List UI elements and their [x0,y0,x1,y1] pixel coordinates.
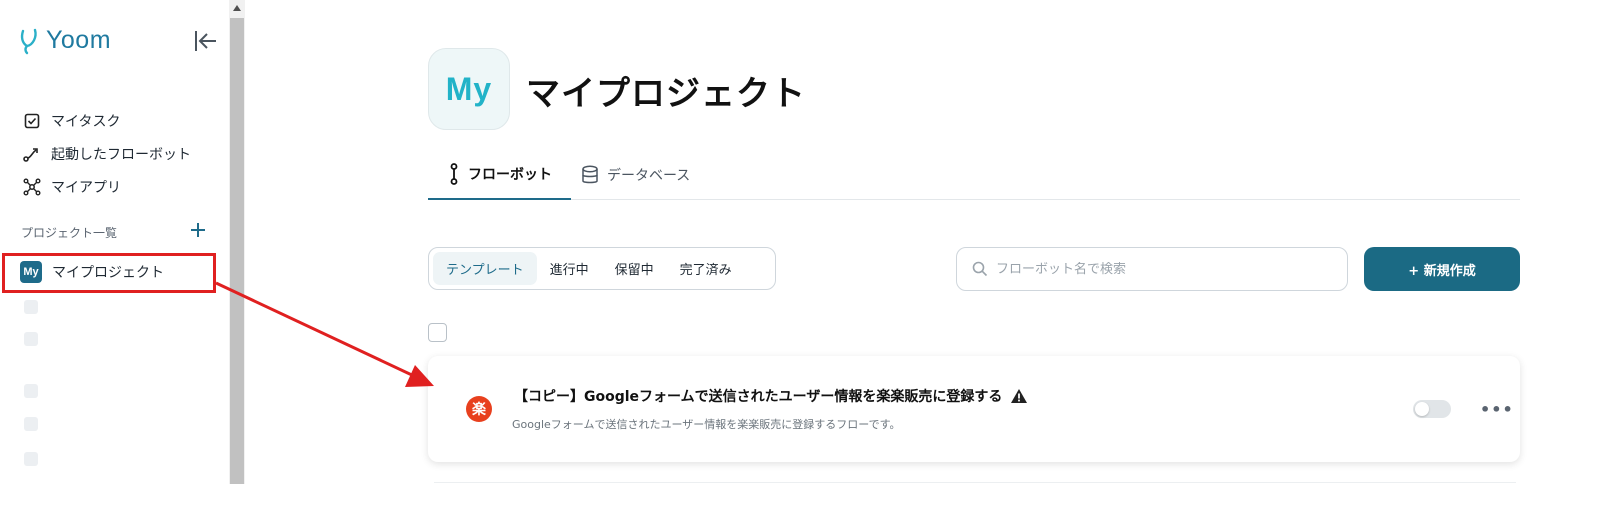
project-tabs: フローボット データベース [428,150,1520,200]
annotation-highlight-box [2,253,216,293]
main-nav: マイタスク 起動したフローボット マイアプリ [22,104,191,203]
flow-enable-toggle[interactable] [1413,400,1451,418]
nav-item-label: マイアプリ [51,179,121,196]
yoom-logo[interactable]: Yoom [18,26,111,55]
tab-label: フローボット [468,167,552,183]
nav-item-label: マイタスク [51,113,121,130]
filter-completed[interactable]: 完了済み [667,252,745,285]
tab-label: データベース [607,168,691,184]
project-icon [24,384,38,398]
flow-title-text: 【コピー】Googleフォームで送信されたユーザー情報を楽楽販売に登録する [514,389,1003,405]
flow-card[interactable]: 楽 【コピー】Googleフォームで送信されたユーザー情報を楽楽販売に登録する … [428,356,1520,462]
status-filter-group: テンプレート 進行中 保留中 完了済み [428,247,776,290]
tab-flowbot[interactable]: フローボット [428,150,571,200]
nav-item-my-apps[interactable]: マイアプリ [22,170,191,203]
sidebar-project-obscured[interactable] [24,330,214,366]
search-icon [972,261,988,277]
flow-description: Googleフォームで送信されたユーザー情報を楽楽販売に登録するフローです。 [512,418,901,431]
new-flowbot-button[interactable]: + 新規作成 [1364,247,1520,291]
sidebar-project-obscured[interactable] [24,415,214,433]
project-icon [24,452,38,466]
page-title: マイプロジェクト [526,74,806,114]
search-input[interactable] [996,261,1316,277]
collapse-sidebar-icon[interactable] [192,28,218,54]
scroll-up-arrow-icon[interactable] [229,0,245,16]
toggle-knob [1415,402,1429,416]
nav-item-my-tasks[interactable]: マイタスク [22,104,191,137]
project-list-heading: プロジェクト一覧 [21,226,118,240]
scrollbar-thumb[interactable] [230,18,244,484]
project-icon [24,417,38,431]
project-icon [24,300,38,314]
sidebar-project-obscured[interactable] [24,298,214,316]
project-icon [24,332,38,346]
tab-database[interactable]: データベース [581,150,690,200]
sidebar-scrollbar[interactable] [229,0,245,484]
flowbot-icon [448,163,460,185]
sidebar-project-obscured[interactable] [24,382,214,400]
nav-item-running-flowbots[interactable]: 起動したフローボット [22,137,191,170]
flowbot-search [956,247,1348,291]
project-avatar: My [428,48,510,130]
filter-in-progress[interactable]: 進行中 [537,252,602,285]
filter-template[interactable]: テンプレート [433,252,537,285]
add-project-icon[interactable] [188,220,208,240]
database-icon [581,165,599,185]
nav-item-label: 起動したフローボット [51,146,191,163]
checkbox-icon [22,111,42,131]
sidebar-project-obscured[interactable] [24,450,214,484]
brand-name: Yoom [46,26,112,54]
sidebar: Yoom マイタスク 起動したフローボット マイアプリ プロジェクト一覧 My … [0,0,228,484]
warning-icon [1010,388,1028,404]
list-divider [434,482,1516,483]
rakuraku-app-icon: 楽 [466,396,492,422]
select-all-checkbox[interactable] [428,323,447,342]
apps-network-icon [22,177,42,197]
filter-on-hold[interactable]: 保留中 [602,252,667,285]
yoom-logo-icon [20,28,37,54]
more-options-icon[interactable]: ••• [1480,400,1514,419]
flow-run-icon [22,144,42,164]
flow-title: 【コピー】Googleフォームで送信されたユーザー情報を楽楽販売に登録する [514,386,1028,406]
